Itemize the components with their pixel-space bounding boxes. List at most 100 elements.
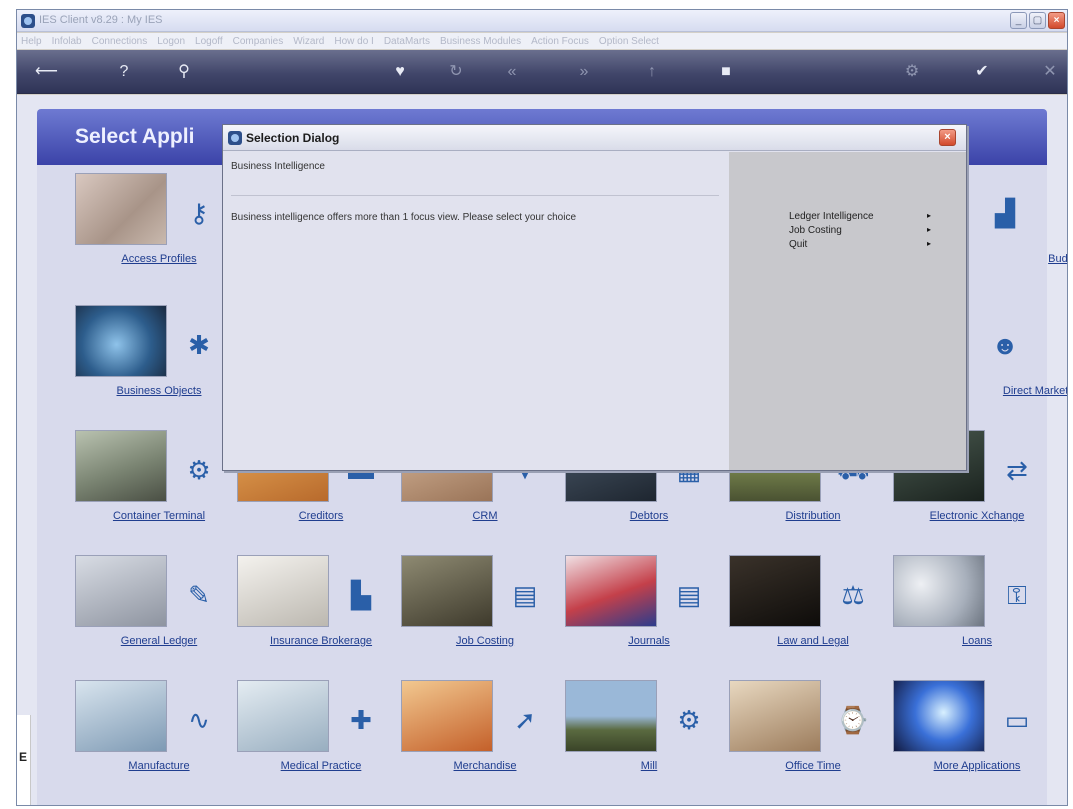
menu-item-infolab[interactable]: Infolab xyxy=(52,36,82,47)
dialog-heading: Business Intelligence xyxy=(231,161,325,172)
app-tile-access-profiles[interactable]: ⚷ Access Profiles xyxy=(75,173,243,298)
menu-item-action-focus[interactable]: Action Focus xyxy=(531,36,589,47)
minimize-button[interactable]: _ xyxy=(1010,12,1027,29)
option-label: Quit xyxy=(789,239,808,250)
rewind-icon[interactable]: « xyxy=(501,64,523,80)
app-photo xyxy=(893,680,985,752)
app-label[interactable]: Business Objects xyxy=(75,385,243,397)
insurance-icon: ▙ xyxy=(351,580,371,610)
app-tile-manufacture[interactable]: ∿ Manufacture xyxy=(75,680,243,805)
page-title: Select Appli xyxy=(75,125,195,148)
up-icon[interactable]: ↑ xyxy=(641,64,663,80)
close-icon[interactable]: ✕ xyxy=(1039,64,1061,80)
option-label: Job Costing xyxy=(789,225,842,236)
option-quit[interactable]: Quit ▸ xyxy=(789,239,939,253)
key-icon: ⚷ xyxy=(189,198,209,228)
search-icon[interactable]: ⚲ xyxy=(173,64,195,80)
app-photo xyxy=(565,555,657,627)
app-tile-mill[interactable]: ⚙ Mill xyxy=(565,680,733,805)
dialog-divider xyxy=(231,195,719,196)
menu-item-companies[interactable]: Companies xyxy=(233,36,284,47)
app-tile-office-time[interactable]: ⌚ Office Time xyxy=(729,680,897,805)
pen-icon: ✎ xyxy=(188,580,210,610)
app-label[interactable]: Access Profiles xyxy=(75,253,243,265)
dialog-content: Business Intelligence Business intellige… xyxy=(223,152,729,470)
menu-item-wizard[interactable]: Wizard xyxy=(293,36,324,47)
app-photo xyxy=(401,555,493,627)
app-label[interactable]: Office Time xyxy=(729,760,897,772)
legal-icon: ⚖ xyxy=(841,580,865,610)
maximize-button[interactable]: ▢ xyxy=(1029,12,1046,29)
app-label[interactable]: Loans xyxy=(893,635,1061,647)
gears-icon: ⚙ xyxy=(187,455,211,485)
app-photo xyxy=(237,680,329,752)
app-label[interactable]: Distribution xyxy=(729,510,897,522)
window-close-button[interactable]: × xyxy=(1048,12,1065,29)
wave-icon: ∿ xyxy=(188,705,210,735)
app-label[interactable]: Job Costing xyxy=(401,635,569,647)
settings-icon[interactable]: ⚙ xyxy=(901,64,923,80)
heart-icon[interactable]: ♥ xyxy=(389,64,411,80)
app-photo xyxy=(75,555,167,627)
app-tile-journals[interactable]: ▤ Journals xyxy=(565,555,733,680)
menu-item-business-modules[interactable]: Business Modules xyxy=(440,36,521,47)
app-tile-medical-practice[interactable]: ✚ Medical Practice xyxy=(237,680,405,805)
refresh-icon[interactable]: ↻ xyxy=(445,64,467,80)
chevron-right-icon: ▸ xyxy=(926,225,931,234)
app-tile-job-costing[interactable]: ▤ Job Costing xyxy=(401,555,569,680)
menu-item-logoff[interactable]: Logoff xyxy=(195,36,223,47)
app-photo xyxy=(729,555,821,627)
app-window: IES Client v8.29 : My IES _ ▢ × Help Inf… xyxy=(16,9,1068,806)
check-icon[interactable]: ✔ xyxy=(971,64,993,80)
dialog-title-bar: Selection Dialog × xyxy=(223,125,966,151)
window-controls: _ ▢ × xyxy=(1010,12,1065,29)
menu-item-how-do-i[interactable]: How do I xyxy=(334,36,373,47)
app-tile-insurance-brokerage[interactable]: ▙ Insurance Brokerage xyxy=(237,555,405,680)
app-label[interactable]: Manufacture xyxy=(75,760,243,772)
app-label[interactable]: Mill xyxy=(565,760,733,772)
forward-icon[interactable]: » xyxy=(573,64,595,80)
app-label[interactable]: Debtors xyxy=(565,510,733,522)
dialog-close-button[interactable]: × xyxy=(939,129,956,146)
app-label[interactable]: Medical Practice xyxy=(237,760,405,772)
office-icon: ⌚ xyxy=(836,705,870,735)
app-label[interactable]: Budget xyxy=(955,253,1067,265)
app-label[interactable]: CRM xyxy=(401,510,569,522)
menu-item-logon[interactable]: Logon xyxy=(157,36,185,47)
loans-icon: ⚿ xyxy=(1007,580,1027,610)
menu-item-connections[interactable]: Connections xyxy=(92,36,148,47)
app-photo xyxy=(75,173,167,245)
help-icon[interactable]: ? xyxy=(113,64,135,80)
app-photo xyxy=(893,555,985,627)
app-tile-container-terminal[interactable]: ⚙ Container Terminal xyxy=(75,430,243,555)
app-label[interactable]: More Applications xyxy=(893,760,1061,772)
app-tile-loans[interactable]: ⚿ Loans xyxy=(893,555,1061,680)
puzzle-icon: ✱ xyxy=(188,330,210,360)
option-job-costing[interactable]: Job Costing ▸ xyxy=(789,225,939,239)
app-photo xyxy=(401,680,493,752)
app-label[interactable]: Creditors xyxy=(237,510,405,522)
selection-dialog: Selection Dialog × Business Intelligence… xyxy=(222,124,967,471)
app-label[interactable]: Electronic Xchange xyxy=(893,510,1061,522)
dialog-options-panel: Ledger Intelligence ▸ Job Costing ▸ Quit… xyxy=(729,152,966,470)
app-tile-general-ledger[interactable]: ✎ General Ledger xyxy=(75,555,243,680)
app-label[interactable]: Law and Legal xyxy=(729,635,897,647)
back-arrow-icon[interactable]: ⟵ xyxy=(35,64,58,80)
app-label[interactable]: General Ledger xyxy=(75,635,243,647)
app-tile-more-applications[interactable]: ▭ More Applications xyxy=(893,680,1061,805)
app-label[interactable]: Container Terminal xyxy=(75,510,243,522)
app-tile-business-objects[interactable]: ✱ Business Objects xyxy=(75,305,243,430)
option-ledger-intelligence[interactable]: Ledger Intelligence ▸ xyxy=(789,211,939,225)
people-icon: ☻ xyxy=(991,330,1019,360)
menu-item-option-select[interactable]: Option Select xyxy=(599,36,659,47)
stop-icon[interactable]: ■ xyxy=(715,64,737,80)
chevron-right-icon: ▸ xyxy=(926,239,931,248)
menu-item-help[interactable]: Help xyxy=(21,36,42,47)
menu-item-datamarts[interactable]: DataMarts xyxy=(384,36,430,47)
mill-icon: ⚙ xyxy=(677,705,701,735)
app-label[interactable]: Merchandise xyxy=(401,760,569,772)
app-label[interactable]: Journals xyxy=(565,635,733,647)
app-label[interactable]: Insurance Brokerage xyxy=(237,635,405,647)
app-tile-law-and-legal[interactable]: ⚖ Law and Legal xyxy=(729,555,897,680)
app-tile-merchandise[interactable]: ➚ Merchandise xyxy=(401,680,569,805)
